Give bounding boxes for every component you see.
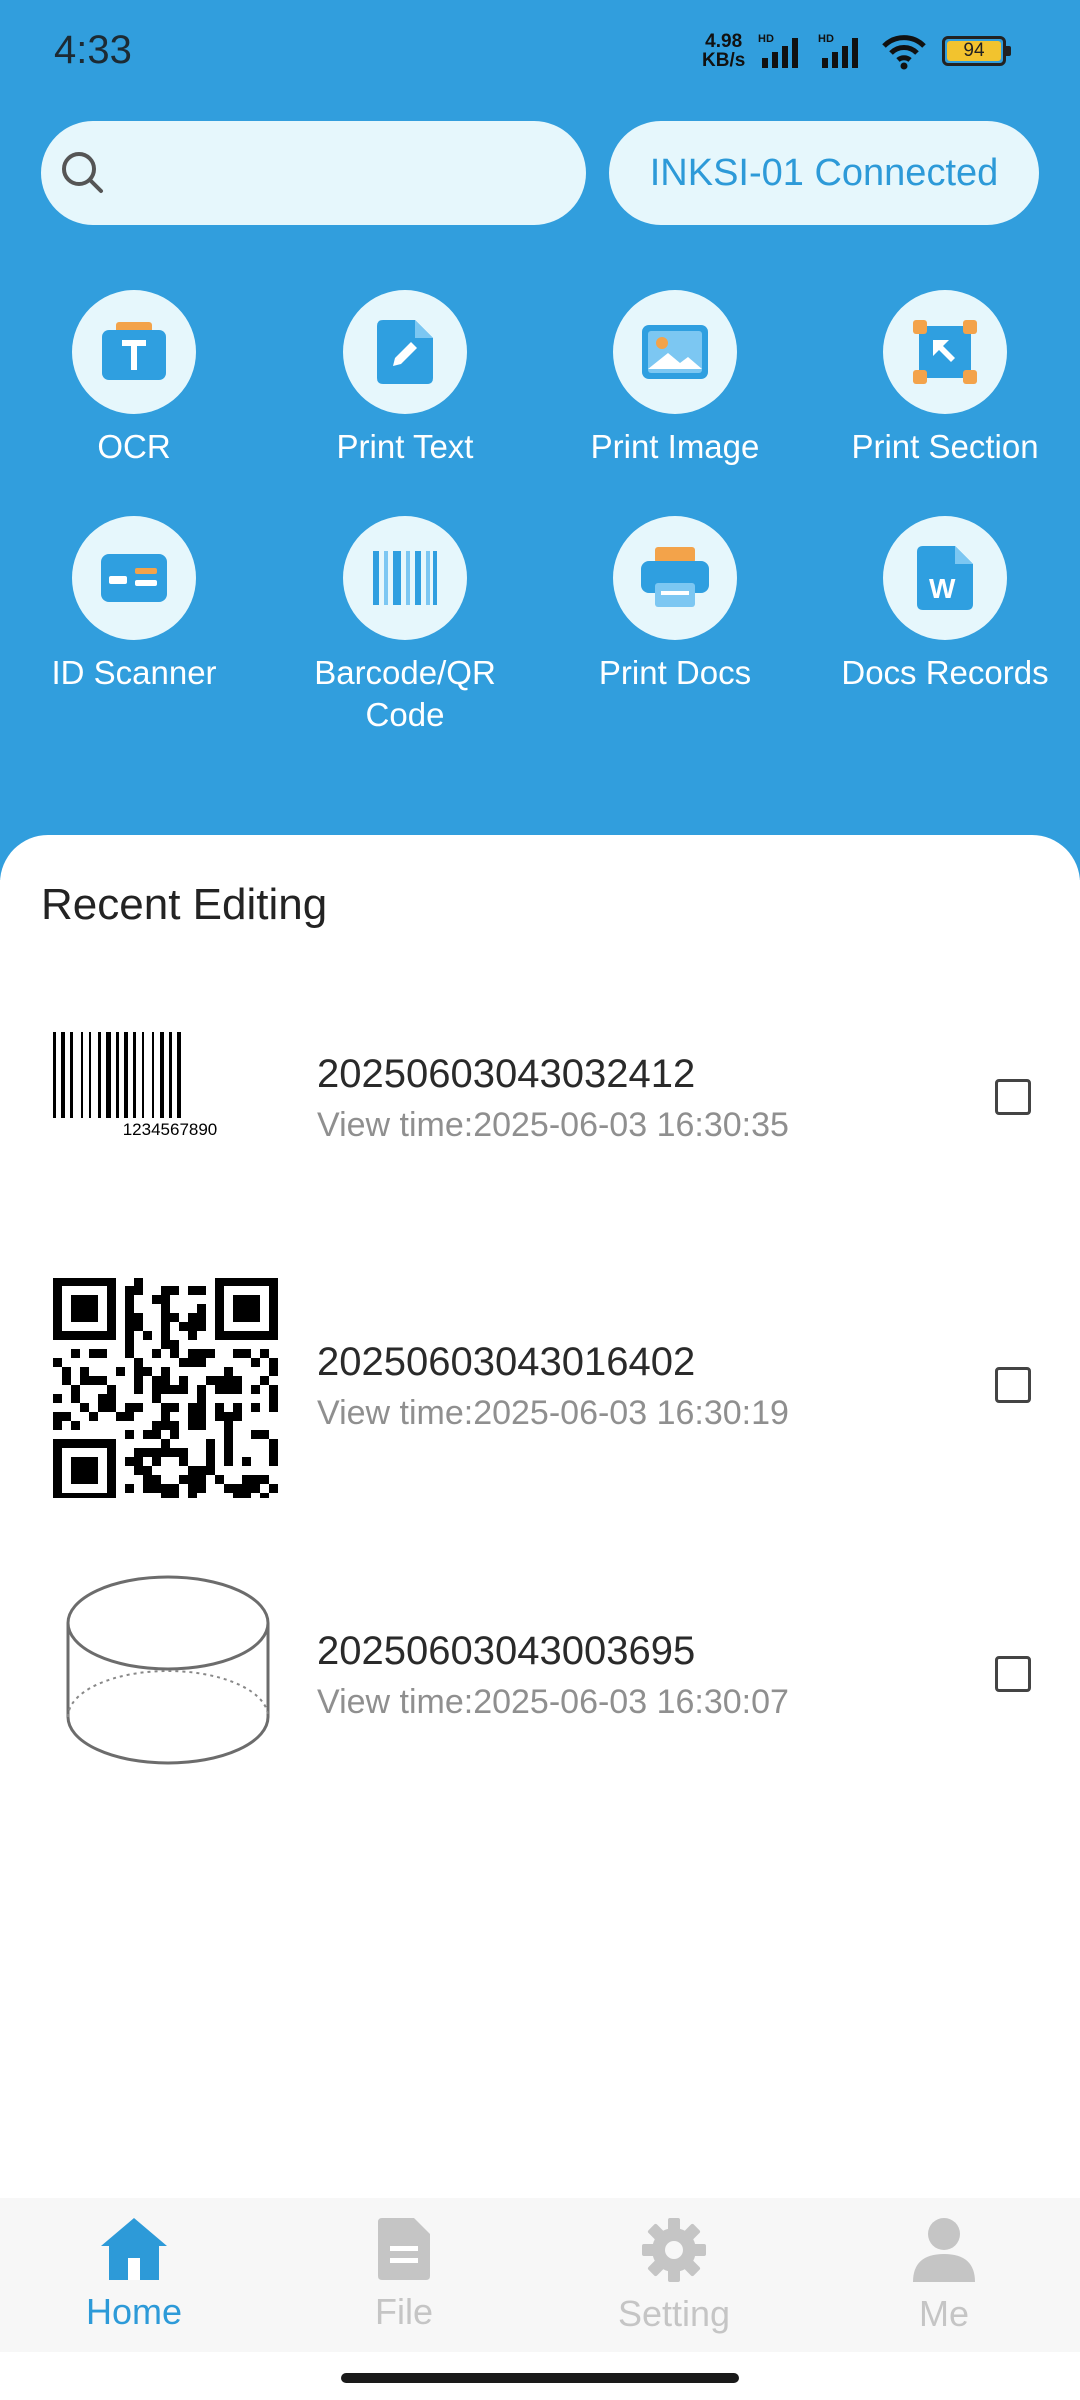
search-input[interactable] xyxy=(41,121,586,225)
bottom-nav: Home File Setting Me xyxy=(0,2198,1080,2352)
rate-unit: KB/s xyxy=(702,50,746,71)
list-item[interactable]: 1234567890 20250603043032412 View time:2… xyxy=(0,990,1080,1210)
tool-print-docs[interactable]: Print Docs xyxy=(545,516,805,694)
qrcode-thumbnail xyxy=(41,1277,287,1502)
nav-me[interactable]: Me xyxy=(844,2216,1044,2335)
signal-icon: HD xyxy=(758,33,798,68)
svg-text:HD: HD xyxy=(818,33,834,45)
tool-docs-records[interactable]: W Docs Records xyxy=(815,516,1075,694)
tool-label: Print Section xyxy=(851,428,1039,465)
tool-label-line2: Code xyxy=(365,696,445,733)
item-view-time: View time:2025-06-03 16:30:19 xyxy=(317,1394,789,1432)
printer-connection-button[interactable]: INKSI-01 Connected xyxy=(609,121,1039,225)
tool-id-scanner[interactable]: ID Scanner xyxy=(4,516,264,694)
svg-text:W: W xyxy=(929,573,956,604)
recent-editing-title: Recent Editing xyxy=(41,880,328,929)
item-view-time: View time:2025-06-03 16:30:35 xyxy=(317,1106,789,1144)
id-card-icon xyxy=(72,516,196,640)
barcode-text: 1234567890 xyxy=(123,1120,218,1139)
home-icon xyxy=(101,2218,167,2280)
status-time: 4:33 xyxy=(54,28,132,72)
item-checkbox[interactable] xyxy=(995,1079,1031,1115)
ocr-text-icon xyxy=(72,290,196,414)
nav-label: Home xyxy=(85,2291,183,2332)
tool-print-text[interactable]: Print Text xyxy=(275,290,535,468)
nav-home[interactable]: Home xyxy=(34,2216,234,2333)
tool-label: Docs Records xyxy=(841,654,1049,691)
tool-label: Print Text xyxy=(336,428,474,465)
tool-label: ID Scanner xyxy=(51,654,217,691)
nav-file[interactable]: File xyxy=(304,2216,504,2333)
tool-label-line1: Barcode/QR xyxy=(314,654,496,691)
connection-label: INKSI-01 Connected xyxy=(649,151,999,194)
nav-label: File xyxy=(374,2291,433,2332)
network-rate: 4.98 KB/s xyxy=(702,32,745,70)
item-checkbox[interactable] xyxy=(995,1656,1031,1692)
tool-label: Print Docs xyxy=(598,654,752,691)
home-indicator xyxy=(341,2373,739,2383)
tool-print-section[interactable]: Print Section xyxy=(815,290,1075,468)
image-icon xyxy=(613,290,737,414)
person-icon xyxy=(913,2218,975,2282)
file-icon xyxy=(378,2218,430,2280)
nav-setting[interactable]: Setting xyxy=(574,2216,774,2335)
word-document-icon: W xyxy=(883,516,1007,640)
wifi-icon xyxy=(882,35,926,70)
rate-value: 4.98 xyxy=(705,31,743,52)
barcode-icon xyxy=(343,516,467,640)
sketch-thumbnail xyxy=(41,1567,287,1787)
tool-barcode-qr[interactable]: Barcode/QR Code xyxy=(275,516,535,736)
item-name: 20250603043016402 xyxy=(317,1340,696,1384)
barcode-thumbnail: 1234567890 xyxy=(41,990,287,1210)
printer-icon xyxy=(613,516,737,640)
gear-icon xyxy=(642,2218,706,2282)
edit-document-icon xyxy=(343,290,467,414)
tool-label: OCR xyxy=(97,428,171,465)
nav-label: Setting xyxy=(617,2293,731,2334)
signal-icon-2: HD xyxy=(818,33,858,68)
item-view-time: View time:2025-06-03 16:30:07 xyxy=(317,1683,789,1721)
status-bar: 4:33 4.98 KB/s HD HD 94 xyxy=(0,0,1080,100)
list-item[interactable]: 20250603043003695 View time:2025-06-03 1… xyxy=(0,1567,1080,1787)
item-name: 20250603043003695 xyxy=(317,1629,696,1673)
section-select-icon xyxy=(883,290,1007,414)
battery-level: 94 xyxy=(947,41,1001,61)
search-icon xyxy=(62,152,103,193)
tool-print-image[interactable]: Print Image xyxy=(545,290,805,468)
nav-label: Me xyxy=(918,2293,969,2334)
item-checkbox[interactable] xyxy=(995,1367,1031,1403)
item-name: 20250603043032412 xyxy=(317,1052,696,1096)
battery-icon: 94 xyxy=(942,36,1011,66)
tool-ocr[interactable]: OCR xyxy=(4,290,264,468)
list-item[interactable]: 20250603043016402 View time:2025-06-03 1… xyxy=(0,1277,1080,1502)
tool-label: Barcode/QR Code xyxy=(275,652,535,736)
tool-label: Print Image xyxy=(590,428,760,465)
svg-text:HD: HD xyxy=(758,33,774,45)
